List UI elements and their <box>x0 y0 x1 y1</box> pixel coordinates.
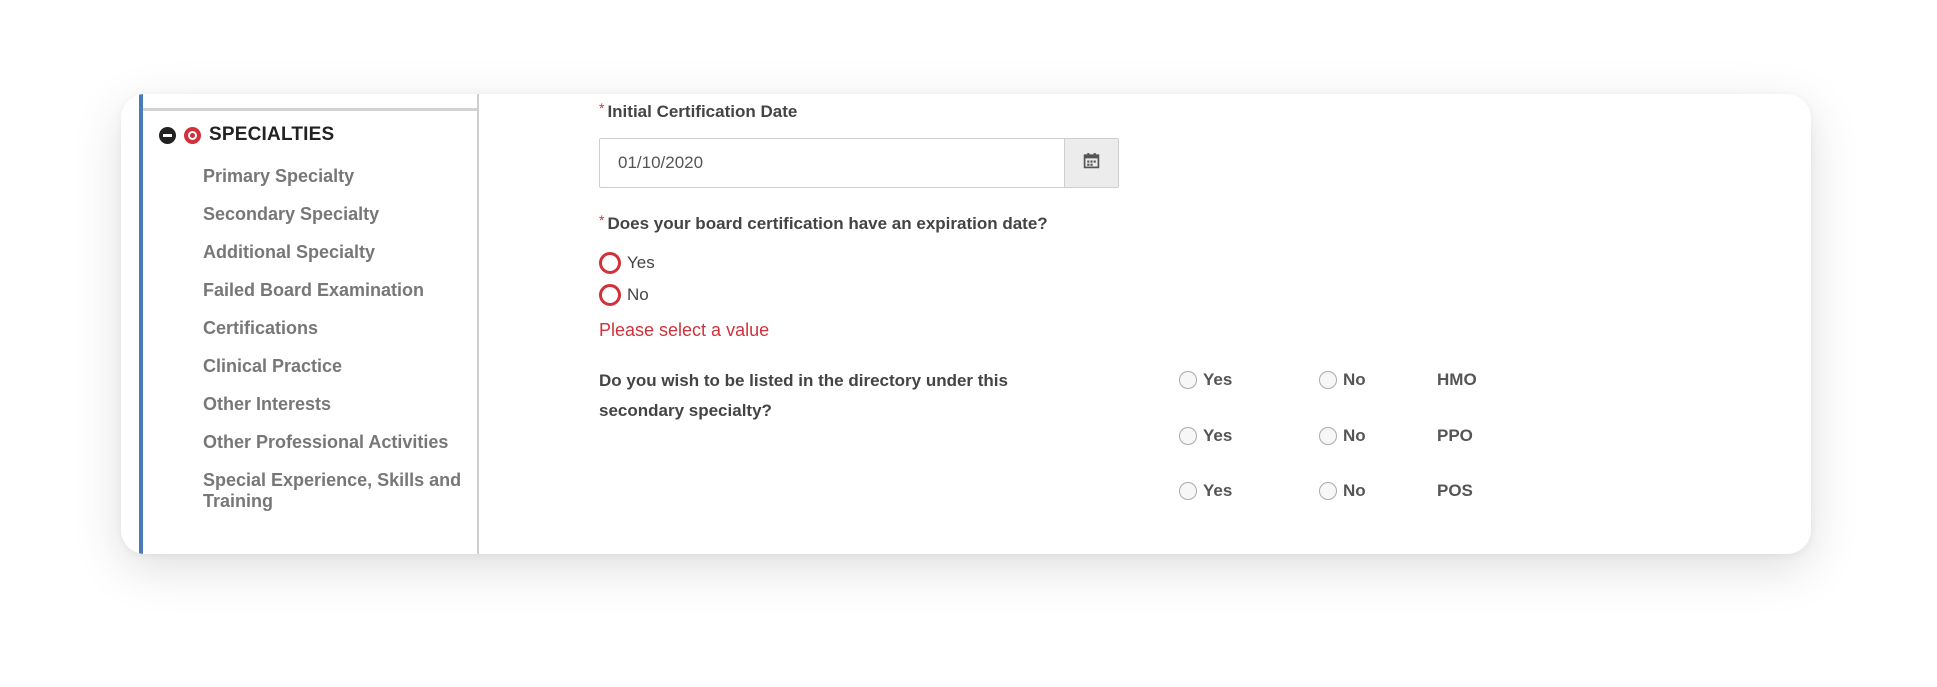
nav-list: Primary Specialty Secondary Specialty Ad… <box>203 166 473 529</box>
sidebar: SPECIALTIES Primary Specialty Secondary … <box>139 94 479 554</box>
sidebar-item-special-experience[interactable]: Special Experience, Skills and Training <box>203 470 473 512</box>
ppo-yes-label: Yes <box>1203 426 1233 445</box>
ppo-no-option[interactable]: No <box>1319 426 1437 446</box>
directory-row-pos: Yes No POS <box>1179 479 1473 503</box>
required-marker: * <box>599 212 605 228</box>
directory-row-hmo: Yes No HMO <box>1179 368 1477 392</box>
initial-cert-label-text: Initial Certification Date <box>607 102 798 121</box>
initial-cert-date-field <box>599 138 1119 188</box>
ppo-yes-radio[interactable] <box>1179 427 1197 445</box>
pos-yes-label: Yes <box>1203 481 1233 500</box>
expiration-question: * Does your board certification have an e… <box>599 212 1048 234</box>
hmo-no-option[interactable]: No <box>1319 370 1437 390</box>
pos-yes-radio[interactable] <box>1179 482 1197 500</box>
ppo-yes-option[interactable]: Yes <box>1179 426 1319 446</box>
expiration-no-radio[interactable] <box>599 284 621 306</box>
calendar-icon <box>1083 152 1100 174</box>
expiration-yes-option[interactable]: Yes <box>599 252 655 274</box>
directory-question: Do you wish to be listed in the director… <box>599 371 1008 420</box>
sidebar-item-additional-specialty[interactable]: Additional Specialty <box>203 242 473 263</box>
directory-row-ppo: Yes No PPO <box>1179 424 1473 448</box>
hmo-yes-option[interactable]: Yes <box>1179 370 1319 390</box>
hmo-yes-label: Yes <box>1203 370 1233 389</box>
validation-error: Please select a value <box>599 320 770 340</box>
specialty-form: * Initial Certification Date 01/10/2020 … <box>599 94 1811 554</box>
expiration-yes-label: Yes <box>627 253 655 272</box>
sidebar-item-failed-board-examination[interactable]: Failed Board Examination <box>203 280 473 301</box>
initial-cert-date-input[interactable] <box>600 139 1066 187</box>
form-card: SPECIALTIES Primary Specialty Secondary … <box>121 94 1811 554</box>
section-title: SPECIALTIES <box>209 124 335 145</box>
sidebar-item-clinical-practice[interactable]: Clinical Practice <box>203 356 473 377</box>
error-icon <box>184 126 201 144</box>
pos-no-radio[interactable] <box>1319 482 1337 500</box>
section-header[interactable]: SPECIALTIES <box>159 124 334 146</box>
expiration-no-label: No <box>627 285 649 304</box>
pos-yes-option[interactable]: Yes <box>1179 481 1319 501</box>
calendar-button[interactable] <box>1064 139 1118 187</box>
expiration-yes-radio[interactable] <box>599 252 621 274</box>
expiration-question-text: Does your board certification have an ex… <box>607 214 1048 233</box>
sidebar-item-secondary-specialty[interactable]: Secondary Specialty <box>203 204 473 225</box>
pos-no-label: No <box>1343 481 1366 500</box>
plan-label-ppo: PPO <box>1437 426 1473 445</box>
pos-no-option[interactable]: No <box>1319 481 1437 501</box>
required-marker: * <box>599 100 605 116</box>
sidebar-item-other-professional-activities[interactable]: Other Professional Activities <box>203 432 473 453</box>
plan-label-hmo: HMO <box>1437 370 1477 389</box>
sidebar-item-other-interests[interactable]: Other Interests <box>203 394 473 415</box>
ppo-no-label: No <box>1343 426 1366 445</box>
collapse-icon[interactable] <box>159 126 176 144</box>
hmo-no-label: No <box>1343 370 1366 389</box>
hmo-no-radio[interactable] <box>1319 371 1337 389</box>
sidebar-divider <box>143 108 477 111</box>
sidebar-item-primary-specialty[interactable]: Primary Specialty <box>203 166 473 187</box>
hmo-yes-radio[interactable] <box>1179 371 1197 389</box>
initial-cert-label: * Initial Certification Date <box>599 100 798 122</box>
plan-label-pos: POS <box>1437 481 1473 500</box>
expiration-no-option[interactable]: No <box>599 284 649 306</box>
sidebar-item-certifications[interactable]: Certifications <box>203 318 473 339</box>
ppo-no-radio[interactable] <box>1319 427 1337 445</box>
